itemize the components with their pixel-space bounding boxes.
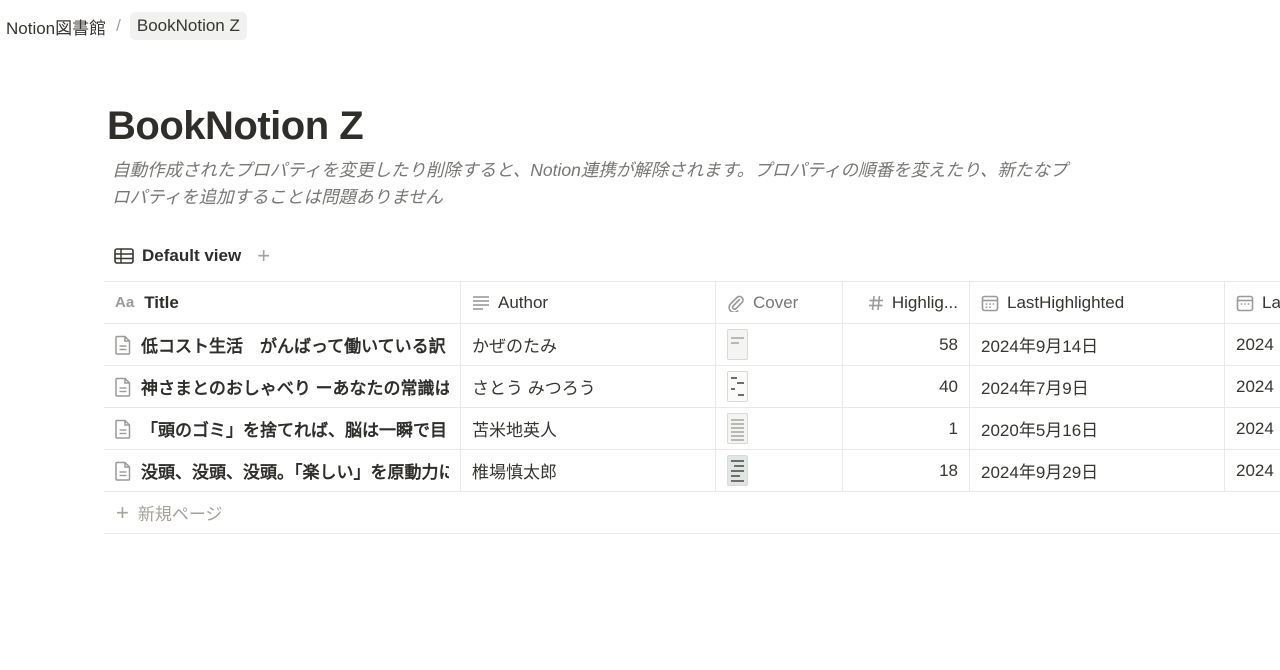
breadcrumb-separator: / [116, 16, 121, 35]
table-row[interactable]: 神さまとのおしゃべり ーあなたの常識は さとう みつろう 40 2024年7月9… [104, 366, 1280, 408]
tab-default-view[interactable]: Default view [114, 246, 241, 266]
new-page-button[interactable]: + 新規ページ [104, 492, 1280, 534]
row-last-clipped[interactable]: 2024 [1225, 450, 1280, 491]
row-title-cell[interactable]: 神さまとのおしゃべり ーあなたの常識は [104, 366, 461, 407]
plus-icon: + [116, 499, 129, 525]
table-icon [114, 248, 134, 264]
row-cover-cell[interactable] [716, 450, 843, 491]
text-lines-icon [472, 295, 490, 311]
column-header-label: Highlig... [891, 292, 958, 312]
row-title: 没頭、没頭、没頭。「楽しい」を原動力に [141, 463, 449, 482]
row-cover-cell[interactable] [716, 408, 843, 449]
page-description-line: ロパティを追加することは問題ありません [112, 187, 443, 207]
cover-thumbnail[interactable] [727, 455, 748, 486]
row-title-cell[interactable]: 低コスト生活 がんばって働いている訳 [104, 324, 461, 365]
page-description-line: 自動作成されたプロパティを変更したり削除すると、Notion連携が解除されます。… [112, 160, 1068, 180]
column-header-author[interactable]: Author [461, 282, 716, 323]
page-icon [115, 461, 131, 481]
row-title: 神さまとのおしゃべり ーあなたの常識は [141, 379, 449, 398]
add-view-button[interactable]: + [257, 245, 270, 267]
row-author[interactable]: さとう みつろう [461, 366, 716, 407]
cover-thumbnail[interactable] [727, 413, 748, 444]
row-highlights[interactable]: 58 [843, 324, 970, 365]
row-title-cell[interactable]: 「頭のゴミ」を捨てれば、脳は一瞬で目 [104, 408, 461, 449]
row-title-cell[interactable]: 没頭、没頭、没頭。「楽しい」を原動力に [104, 450, 461, 491]
row-last-clipped[interactable]: 2024 [1225, 366, 1280, 407]
view-tab-label: Default view [142, 246, 242, 265]
page-icon [115, 377, 131, 397]
text-title-icon: Aa [115, 294, 135, 311]
row-last-highlighted[interactable]: 2024年9月14日 [970, 324, 1225, 365]
table-header-row: Aa Title Author Cover Highlig... LastHig… [104, 281, 1280, 324]
column-header-last-clipped[interactable]: La [1225, 282, 1280, 323]
row-last-highlighted[interactable]: 2020年5月16日 [970, 408, 1225, 449]
row-author[interactable]: 椎場慎太郎 [461, 450, 716, 491]
breadcrumb-parent[interactable]: Notion図書館 [6, 10, 106, 43]
column-header-highlights[interactable]: Highlig... [843, 282, 970, 323]
column-header-last-highlighted[interactable]: LastHighlighted [970, 282, 1225, 323]
page-title[interactable]: BookNotion Z [107, 104, 364, 149]
page-description[interactable]: 自動作成されたプロパティを変更したり削除すると、Notion連携が解除されます。… [112, 157, 1102, 211]
row-last-highlighted[interactable]: 2024年9月29日 [970, 450, 1225, 491]
row-highlights[interactable]: 40 [843, 366, 970, 407]
row-last-clipped[interactable]: 2024 [1225, 324, 1280, 365]
row-author[interactable]: 苫米地英人 [461, 408, 716, 449]
row-cover-cell[interactable] [716, 366, 843, 407]
table-row[interactable]: 低コスト生活 がんばって働いている訳 かぜのたみ 58 2024年9月14日 2… [104, 324, 1280, 366]
calendar-icon [981, 294, 999, 312]
database-table: Aa Title Author Cover Highlig... LastHig… [104, 281, 1280, 534]
row-cover-cell[interactable] [716, 324, 843, 365]
new-page-label: 新規ページ [137, 505, 223, 524]
row-highlights[interactable]: 1 [843, 408, 970, 449]
column-header-label: Cover [753, 292, 799, 312]
row-last-clipped[interactable]: 2024 [1225, 408, 1280, 449]
row-title: 低コスト生活 がんばって働いている訳 [141, 337, 446, 356]
row-title: 「頭のゴミ」を捨てれば、脳は一瞬で目 [141, 421, 447, 440]
view-bar: Default view + [114, 241, 270, 271]
column-header-label: LastHighlighted [1007, 292, 1125, 312]
table-row[interactable]: 「頭のゴミ」を捨てれば、脳は一瞬で目 苫米地英人 1 2020年5月16日 20… [104, 408, 1280, 450]
hash-icon [868, 295, 884, 311]
paperclip-icon [727, 294, 745, 312]
breadcrumb: Notion図書館 / BookNotion Z [6, 11, 247, 41]
row-highlights[interactable]: 18 [843, 450, 970, 491]
breadcrumb-current[interactable]: BookNotion Z [129, 12, 247, 40]
calendar-icon [1236, 294, 1254, 312]
column-header-label: Title [144, 292, 179, 312]
column-header-label: Author [498, 292, 549, 312]
row-author[interactable]: かぜのたみ [461, 324, 716, 365]
column-header-title[interactable]: Aa Title [104, 282, 461, 323]
row-last-highlighted[interactable]: 2024年7月9日 [970, 366, 1225, 407]
page-icon [115, 335, 131, 355]
page-icon [115, 419, 131, 439]
table-row[interactable]: 没頭、没頭、没頭。「楽しい」を原動力に 椎場慎太郎 18 2024年9月29日 … [104, 450, 1280, 492]
cover-thumbnail[interactable] [727, 329, 748, 360]
column-header-cover[interactable]: Cover [716, 282, 843, 323]
cover-thumbnail[interactable] [727, 371, 748, 402]
column-header-label: La [1262, 292, 1280, 312]
